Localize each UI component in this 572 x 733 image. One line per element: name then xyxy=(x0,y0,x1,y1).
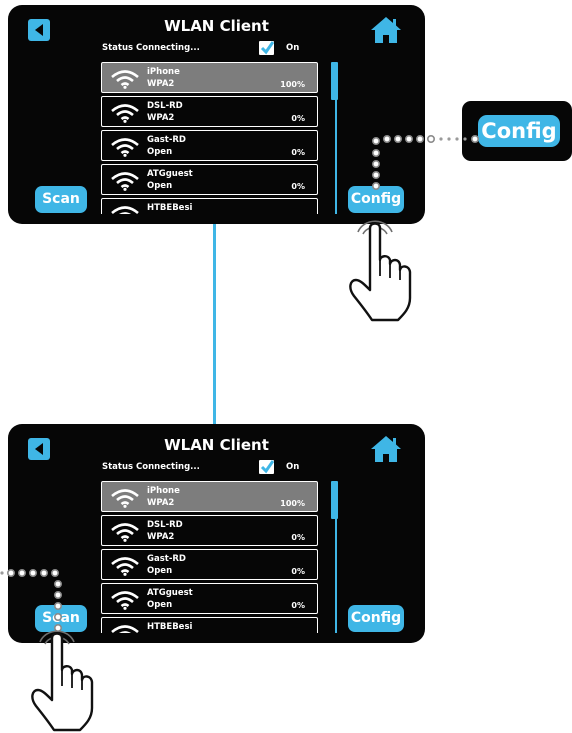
hand-pointer-icon xyxy=(349,220,412,322)
hand-pointer-icon xyxy=(31,630,94,732)
